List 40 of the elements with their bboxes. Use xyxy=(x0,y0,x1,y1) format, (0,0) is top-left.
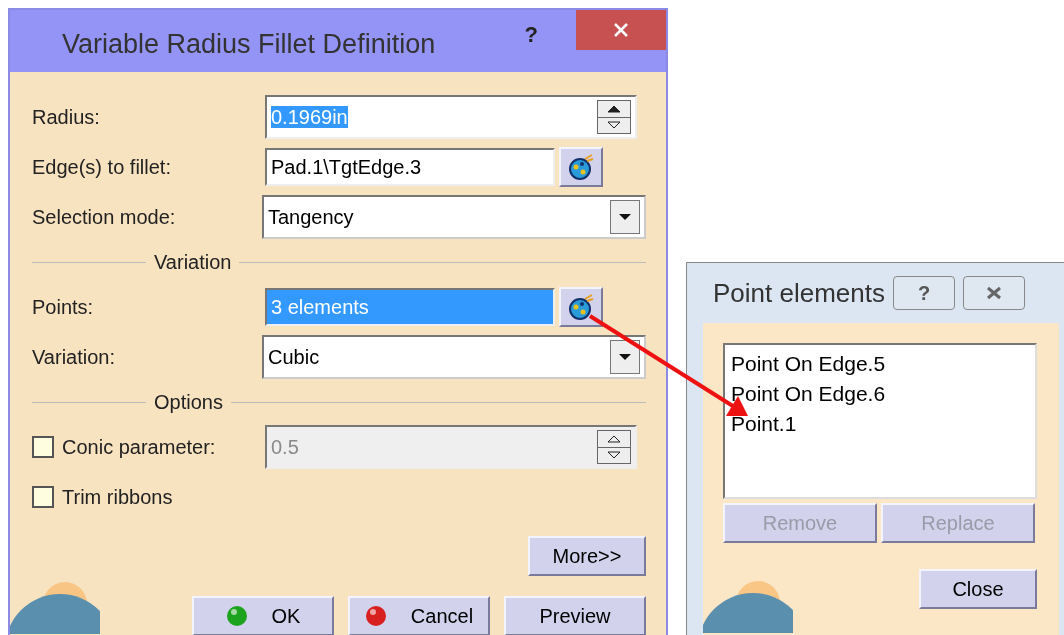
ball-icon xyxy=(225,605,248,627)
field-label: Selection mode: xyxy=(32,206,176,228)
close-button[interactable]: Close xyxy=(919,569,1037,609)
field-label: Edge(s) to fillet: xyxy=(32,156,171,178)
dropdown-value: Tangency xyxy=(268,205,355,230)
spin-arrows-icon[interactable] xyxy=(597,100,631,134)
section-label: Variation xyxy=(154,250,232,275)
select-button[interactable] xyxy=(559,287,603,327)
close-button[interactable] xyxy=(963,276,1025,310)
help-button[interactable]: ? xyxy=(893,276,955,310)
field-label: Variation: xyxy=(32,346,115,368)
field-label: Conic parameter: xyxy=(62,435,216,460)
field-label: Trim ribbons xyxy=(62,485,173,510)
ball-icon xyxy=(364,605,387,627)
dropdown-value: Cubic xyxy=(268,345,321,370)
checkbox[interactable] xyxy=(32,486,54,508)
list-item[interactable]: Point On Edge.5 xyxy=(731,349,1035,379)
select-button[interactable] xyxy=(559,147,603,187)
field-label: Radius: xyxy=(32,105,100,130)
field-value: 0.5 xyxy=(271,435,300,460)
field-value: 0.1969in xyxy=(271,105,349,130)
close-icon xyxy=(985,286,1003,300)
ok-button[interactable]: OK xyxy=(192,596,334,635)
dropdown[interactable]: Tangency xyxy=(262,195,646,239)
list-box[interactable]: Point On Edge.5 Point On Edge.6 Point.1 xyxy=(723,343,1037,499)
dropdown[interactable]: Cubic xyxy=(262,335,646,379)
help-button[interactable]: ? xyxy=(524,18,538,51)
list-item[interactable]: Point.1 xyxy=(731,409,1035,439)
selection-icon xyxy=(567,293,595,321)
field-label: Points: xyxy=(32,296,94,318)
selection-icon xyxy=(567,153,595,181)
close-icon xyxy=(613,22,629,38)
cancel-button[interactable]: Cancel xyxy=(348,596,490,635)
list-item[interactable]: Point On Edge.6 xyxy=(731,379,1035,409)
text-field[interactable]: Pad.1\TgtEdge.3 xyxy=(265,148,555,186)
window-title: Point elements xyxy=(713,276,885,310)
more-button[interactable]: More>> xyxy=(528,536,646,576)
preview-button[interactable]: Preview xyxy=(504,596,646,635)
section-label: Options xyxy=(154,390,223,415)
window-title: Variable Radius Fillet Definition xyxy=(62,28,437,61)
